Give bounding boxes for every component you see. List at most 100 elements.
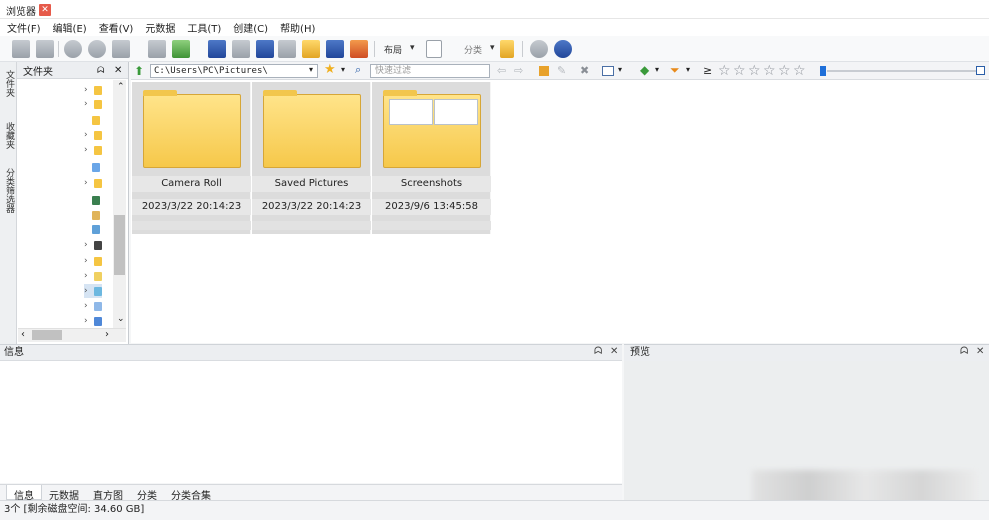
- classify-dropdown[interactable]: 分类: [464, 43, 482, 56]
- tree-item[interactable]: [92, 193, 100, 207]
- chevron-down-icon[interactable]: ▾: [618, 65, 622, 74]
- menu-edit[interactable]: 编辑(E): [53, 20, 87, 35]
- send-icon[interactable]: [112, 40, 130, 58]
- filter-funnel-icon[interactable]: ⏷: [670, 63, 680, 78]
- close-panel-icon[interactable]: ✕: [976, 346, 984, 357]
- rating-star-icon[interactable]: ☆: [778, 63, 791, 79]
- rename-icon[interactable]: ✎: [557, 64, 566, 77]
- rating-operator[interactable]: ≥: [703, 64, 712, 77]
- chevron-right-icon[interactable]: ›: [84, 130, 88, 140]
- tab-metadata[interactable]: 元数据: [42, 485, 86, 502]
- close-panel-icon[interactable]: ✕: [114, 65, 122, 76]
- thumbnail-size-slider-track[interactable]: [827, 70, 977, 72]
- chevron-right-icon[interactable]: ›: [84, 145, 88, 155]
- menu-view[interactable]: 查看(V): [99, 20, 134, 35]
- chevron-right-icon[interactable]: ›: [84, 178, 88, 188]
- chevron-right-icon[interactable]: ›: [84, 301, 88, 311]
- tab-info[interactable]: 信息: [6, 485, 42, 502]
- menu-file[interactable]: 文件(F): [7, 20, 41, 35]
- tree-item[interactable]: ›: [84, 176, 102, 190]
- side-tab-favorites[interactable]: 收藏夹: [1, 122, 16, 149]
- tag-icon[interactable]: [500, 40, 514, 58]
- back-arrow-icon[interactable]: ⇦: [497, 64, 506, 77]
- tree-item[interactable]: ›: [84, 314, 102, 328]
- rating-star-icon[interactable]: ☆: [763, 63, 776, 79]
- folder-vertical-scrollbar[interactable]: [113, 80, 126, 328]
- chevron-down-icon[interactable]: ▾: [341, 65, 345, 74]
- rotate-right-icon[interactable]: [88, 40, 106, 58]
- sort-icon[interactable]: ◆: [640, 63, 649, 77]
- tree-item[interactable]: ›: [84, 128, 102, 142]
- forward-arrow-icon[interactable]: ⇨: [514, 64, 523, 77]
- pin-icon[interactable]: ᗣ: [960, 346, 968, 357]
- settings-gear-icon[interactable]: [530, 40, 548, 58]
- chevron-right-icon[interactable]: ›: [84, 99, 88, 109]
- tree-item[interactable]: ›: [84, 269, 102, 283]
- rating-star-icon[interactable]: ☆: [718, 63, 731, 79]
- acquire-icon[interactable]: [12, 40, 30, 58]
- favorite-star-icon[interactable]: ★: [324, 62, 336, 77]
- menu-metadata[interactable]: 元数据: [145, 20, 175, 35]
- browser-tab[interactable]: 浏览器 ✕: [6, 3, 51, 18]
- fullscreen-icon[interactable]: [36, 40, 54, 58]
- tree-item[interactable]: ›: [84, 299, 102, 313]
- scroll-left-icon[interactable]: ‹: [21, 329, 25, 340]
- scrollbar-thumb[interactable]: [114, 215, 125, 275]
- find-binoculars-icon[interactable]: [208, 40, 226, 58]
- rating-star-icon[interactable]: ☆: [748, 63, 761, 79]
- folder-tile[interactable]: Screenshots 2023/9/6 13:45:58: [372, 82, 491, 234]
- view-mode-icon[interactable]: [602, 66, 614, 76]
- pin-icon[interactable]: ᗣ: [594, 346, 602, 357]
- scroll-right-icon[interactable]: ›: [105, 329, 109, 340]
- menu-tools[interactable]: 工具(T): [187, 20, 221, 35]
- chevron-down-icon[interactable]: ▾: [490, 43, 495, 53]
- up-folder-icon[interactable]: ⬆: [134, 64, 144, 78]
- quick-filter-input[interactable]: 快速过滤: [370, 64, 490, 78]
- tab-category[interactable]: 分类: [130, 485, 164, 502]
- side-tab-folders[interactable]: 文件夹: [1, 70, 16, 97]
- chevron-down-icon[interactable]: ▾: [686, 65, 690, 74]
- home-icon[interactable]: [148, 40, 166, 58]
- thumbnail-size-slider-handle[interactable]: [820, 66, 826, 76]
- tree-item[interactable]: ›: [84, 143, 102, 157]
- tree-item[interactable]: [92, 222, 100, 236]
- scroll-up-icon[interactable]: ⌃: [117, 82, 125, 92]
- delete-icon[interactable]: ✖: [580, 64, 589, 77]
- grid-view-icon[interactable]: [426, 40, 442, 58]
- chevron-right-icon[interactable]: ›: [84, 256, 88, 266]
- tree-item[interactable]: [92, 208, 100, 222]
- chevron-down-icon[interactable]: ▾: [655, 65, 659, 74]
- tree-item[interactable]: ›: [84, 238, 102, 252]
- tab-histogram[interactable]: 直方图: [86, 485, 130, 502]
- help-icon[interactable]: [554, 40, 572, 58]
- print-icon[interactable]: [232, 40, 250, 58]
- side-tab-filter[interactable]: 分类筛选器: [1, 168, 16, 213]
- import-icon[interactable]: [172, 40, 190, 58]
- chevron-down-icon[interactable]: ▾: [309, 65, 313, 74]
- menu-create[interactable]: 创建(C): [233, 20, 268, 35]
- layout-dropdown[interactable]: 布局: [384, 43, 402, 56]
- tree-item[interactable]: ›: [84, 254, 102, 268]
- path-input[interactable]: C:\Users\PC\Pictures\: [150, 64, 318, 78]
- chevron-right-icon[interactable]: ›: [84, 240, 88, 250]
- chevron-down-icon[interactable]: ▾: [410, 43, 415, 53]
- capture-icon[interactable]: [326, 40, 344, 58]
- rotate-left-icon[interactable]: [64, 40, 82, 58]
- slideshow-icon[interactable]: [256, 40, 274, 58]
- close-panel-icon[interactable]: ✕: [610, 346, 618, 357]
- chevron-right-icon[interactable]: ›: [84, 316, 88, 326]
- rating-star-icon[interactable]: ☆: [733, 63, 746, 79]
- tree-item-selected[interactable]: ›: [84, 284, 102, 298]
- maximize-view-icon[interactable]: [976, 66, 985, 75]
- close-tab-icon[interactable]: ✕: [39, 4, 51, 16]
- pin-icon[interactable]: ᗣ: [97, 66, 104, 76]
- tree-item[interactable]: [92, 113, 100, 127]
- tree-item[interactable]: [92, 160, 100, 174]
- tree-item[interactable]: ›: [84, 97, 102, 111]
- new-folder-icon[interactable]: [539, 66, 549, 76]
- folder-tile[interactable]: Saved Pictures 2023/3/22 20:14:23: [252, 82, 371, 234]
- chevron-right-icon[interactable]: ›: [84, 286, 88, 296]
- search-icon[interactable]: ⌕: [355, 63, 361, 77]
- wallpaper-icon[interactable]: [350, 40, 368, 58]
- convert-icon[interactable]: [302, 40, 320, 58]
